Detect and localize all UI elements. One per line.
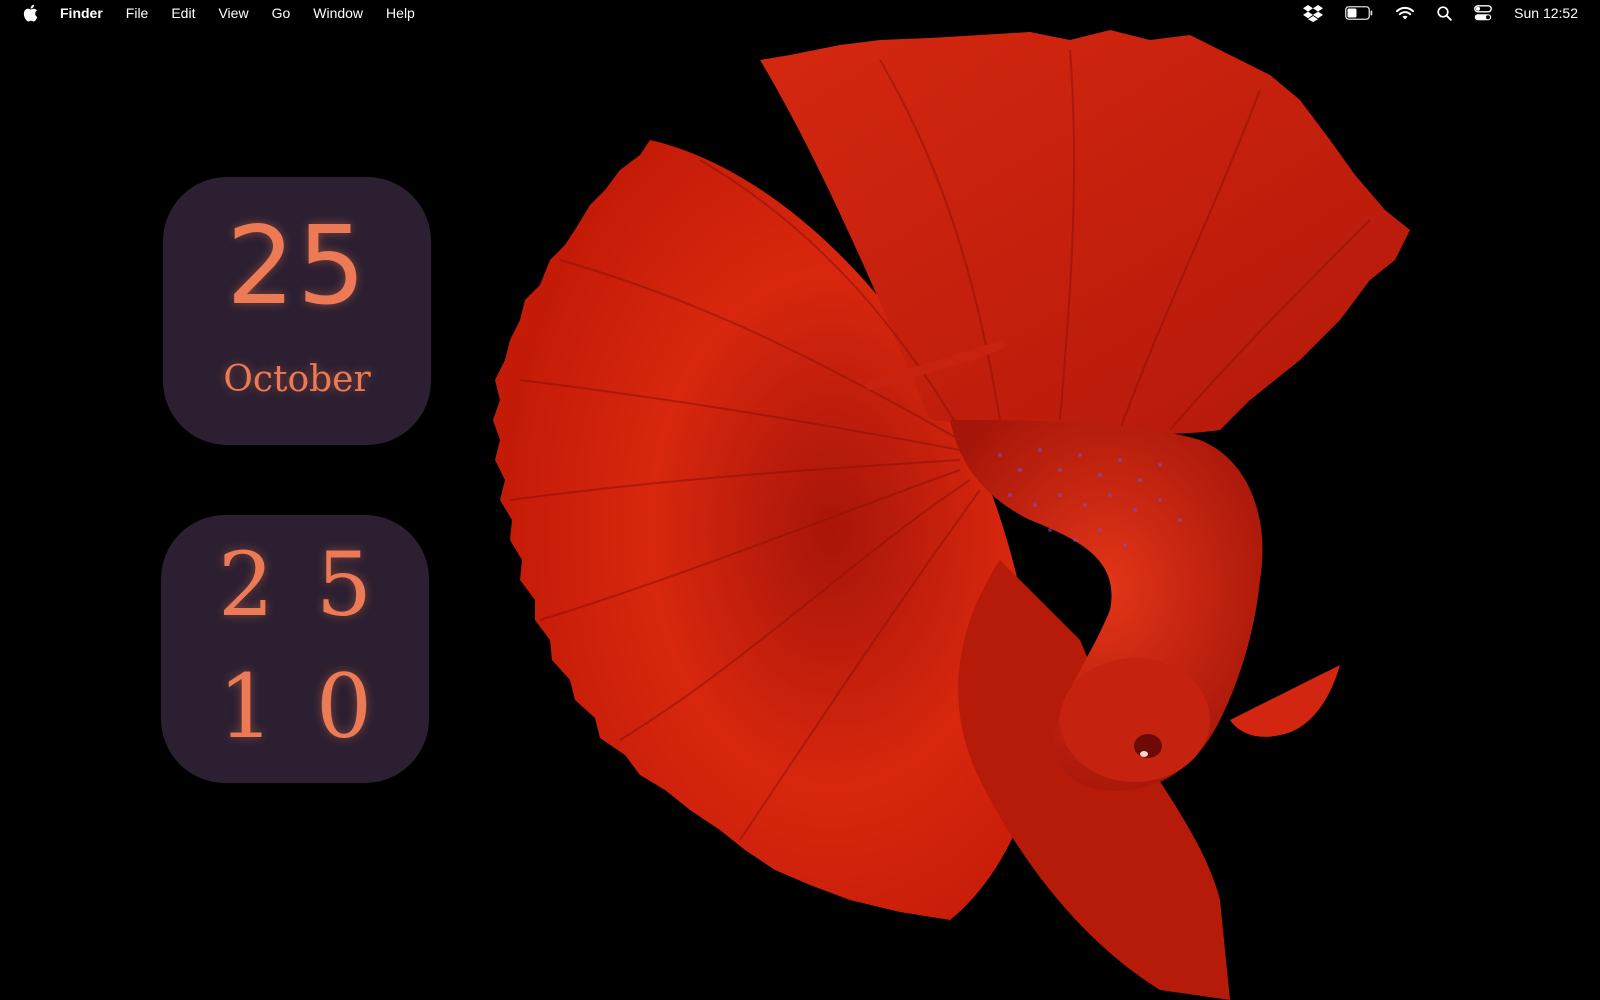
search-icon[interactable] — [1437, 5, 1452, 21]
menu-help[interactable]: Help — [386, 0, 415, 26]
digit-grid-widget[interactable]: 2 5 1 0 — [161, 515, 429, 783]
widget-digit: 0 — [316, 655, 372, 758]
menu-edit[interactable]: Edit — [171, 0, 195, 26]
menu-go[interactable]: Go — [272, 0, 291, 26]
date-widget[interactable]: 25 October — [163, 177, 431, 445]
menu-view[interactable]: View — [218, 0, 248, 26]
widget-digit: 2 — [218, 533, 274, 636]
menu-window[interactable]: Window — [313, 0, 363, 26]
widget-month-name: October — [223, 359, 371, 400]
widget-day-number: 25 — [226, 204, 368, 329]
widget-digit: 5 — [316, 533, 372, 636]
menu-bar-clock[interactable]: Sun 12:52 — [1514, 0, 1578, 26]
menu-file[interactable]: File — [126, 0, 149, 26]
betta-fish-wallpaper — [493, 30, 1410, 1000]
widget-digit: 1 — [218, 655, 274, 758]
dropbox-icon[interactable] — [1303, 4, 1324, 22]
fish-pectoral-fin — [1230, 665, 1340, 737]
control-center-icon[interactable] — [1474, 5, 1493, 21]
fish-eye — [1134, 734, 1162, 758]
menu-bar: Finder File Edit View Go Window Help Sun… — [0, 0, 1600, 26]
battery-icon[interactable] — [1345, 6, 1373, 20]
wifi-icon[interactable] — [1395, 6, 1415, 21]
apple-logo-icon[interactable] — [22, 4, 38, 22]
menu-finder[interactable]: Finder — [60, 0, 103, 26]
fish-head — [1060, 658, 1210, 782]
